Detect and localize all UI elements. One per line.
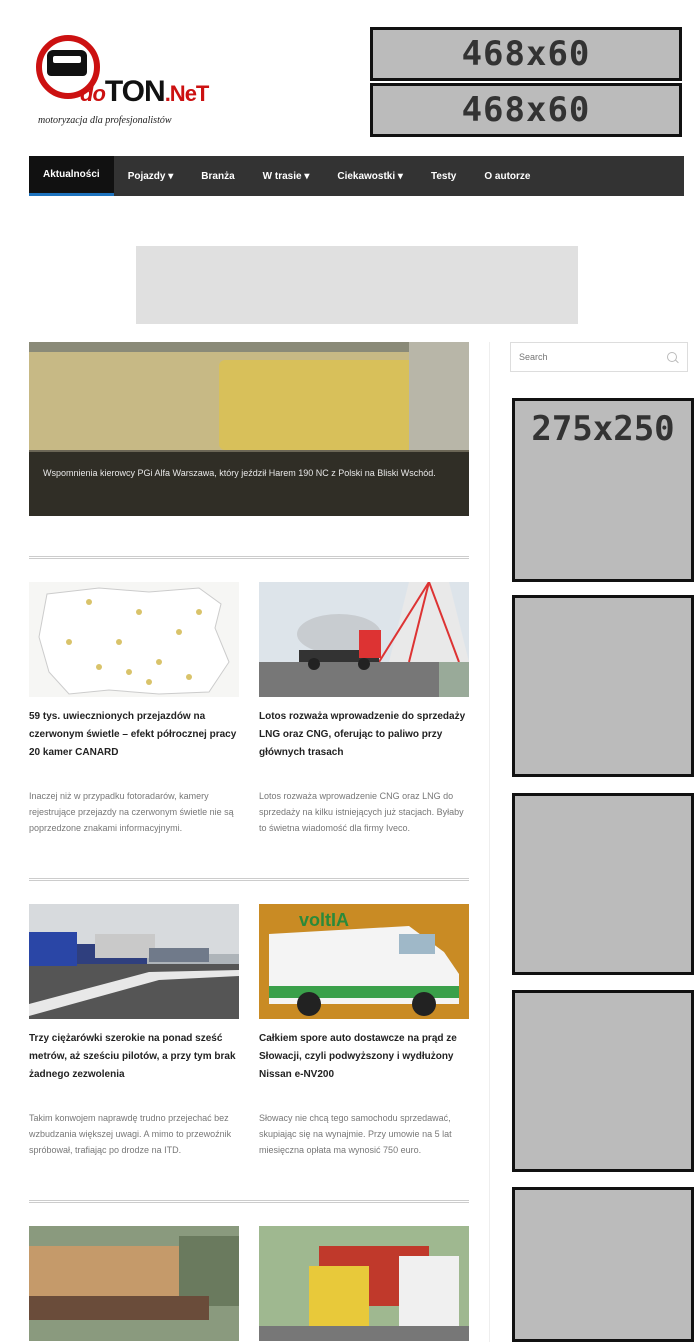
nav-item-aktualnosci[interactable]: Aktualności (29, 156, 114, 196)
site-logo[interactable]: doTON.NeT motoryzacja dla profesjonalist… (30, 30, 260, 140)
featured-caption-overlay: Wspomnienia kierowcy PGi Alfa Warszawa, … (29, 452, 469, 516)
logo-tagline: motoryzacja dla profesjonalistów (38, 115, 172, 126)
article-thumb-map[interactable] (29, 582, 239, 697)
sidebar-ad-2[interactable] (512, 595, 694, 777)
page: doTON.NeT motoryzacja dla profesjonalist… (0, 0, 696, 1342)
logo-part-do: do (80, 81, 106, 106)
article-thumb-excavator[interactable] (29, 1226, 239, 1341)
logo-wordmark: doTON.NeT (80, 75, 210, 109)
svg-text:voltIA: voltIA (299, 910, 349, 930)
article-title-1[interactable]: 59 tys. uwiecznionych przejazdów na czer… (29, 708, 239, 762)
featured-article[interactable]: Wspomnienia kierowcy PGi Alfa Warszawa, … (29, 342, 469, 516)
logo-part-net: .NeT (164, 81, 210, 106)
featured-caption[interactable]: Wspomnienia kierowcy PGi Alfa Warszawa, … (43, 466, 443, 480)
article-thumb-tanker[interactable] (259, 582, 469, 697)
tanker-bridge-image (259, 582, 469, 697)
search-box (510, 342, 688, 372)
nav-item-testy[interactable]: Testy (417, 156, 470, 196)
content-sidebar-divider (489, 342, 490, 1342)
main-navigation: Aktualności Pojazdy ▾ Branża W trasie ▾ … (29, 156, 684, 196)
sidebar-ad-1[interactable]: 275x250 (512, 398, 694, 582)
poland-map-icon (38, 587, 230, 695)
nav-item-o-autorze[interactable]: O autorze (470, 156, 544, 196)
nav-item-ciekawostki[interactable]: Ciekawostki ▾ (323, 156, 417, 196)
top-banner-ad-1[interactable]: 468x60 (370, 27, 682, 81)
excavator-image (29, 1226, 239, 1341)
section-divider (29, 878, 469, 881)
article-excerpt-1: Inaczej niż w przypadku fotoradarów, kam… (29, 791, 234, 833)
section-divider (29, 556, 469, 559)
car-icon (47, 50, 87, 76)
search-input[interactable] (511, 343, 677, 371)
sidebar-ad-5[interactable] (512, 1187, 694, 1342)
article-title-4[interactable]: Całkiem spore auto dostawcze na prąd ze … (259, 1030, 469, 1084)
leaderboard-ad-placeholder[interactable] (136, 246, 578, 324)
sidebar-ad-label: 275x250 (531, 409, 675, 449)
section-divider (29, 1200, 469, 1203)
sidebar-ad-4[interactable] (512, 990, 694, 1172)
convoy-image (29, 904, 239, 1019)
article-thumb-truck[interactable] (259, 1226, 469, 1341)
article-thumb-convoy[interactable] (29, 904, 239, 1019)
nav-item-pojazdy[interactable]: Pojazdy ▾ (114, 156, 188, 196)
article-excerpt-2: Lotos rozważa wprowadzenie CNG oraz LNG … (259, 791, 464, 833)
featured-truck-cab (219, 360, 429, 450)
nav-item-w-trasie[interactable]: W trasie ▾ (249, 156, 324, 196)
logo-part-ton: TON (104, 75, 166, 108)
yellow-truck-image (259, 1226, 469, 1341)
top-banner-ad-2[interactable]: 468x60 (370, 83, 682, 137)
search-icon[interactable] (667, 352, 677, 362)
electric-van-image: voltIA (259, 904, 469, 1019)
article-excerpt-4: Słowacy nie chcą tego samochodu sprzedaw… (259, 1113, 452, 1155)
article-title-3[interactable]: Trzy ciężarówki szerokie na ponad sześć … (29, 1030, 239, 1084)
article-title-2[interactable]: Lotos rozważa wprowadzenie do sprzedaży … (259, 708, 469, 762)
sidebar-ad-3[interactable] (512, 793, 694, 975)
article-thumb-van[interactable]: voltIA (259, 904, 469, 1019)
featured-background (409, 342, 469, 462)
article-excerpt-3: Takim konwojem naprawdę trudno przejecha… (29, 1113, 232, 1155)
nav-item-branza[interactable]: Branża (187, 156, 248, 196)
